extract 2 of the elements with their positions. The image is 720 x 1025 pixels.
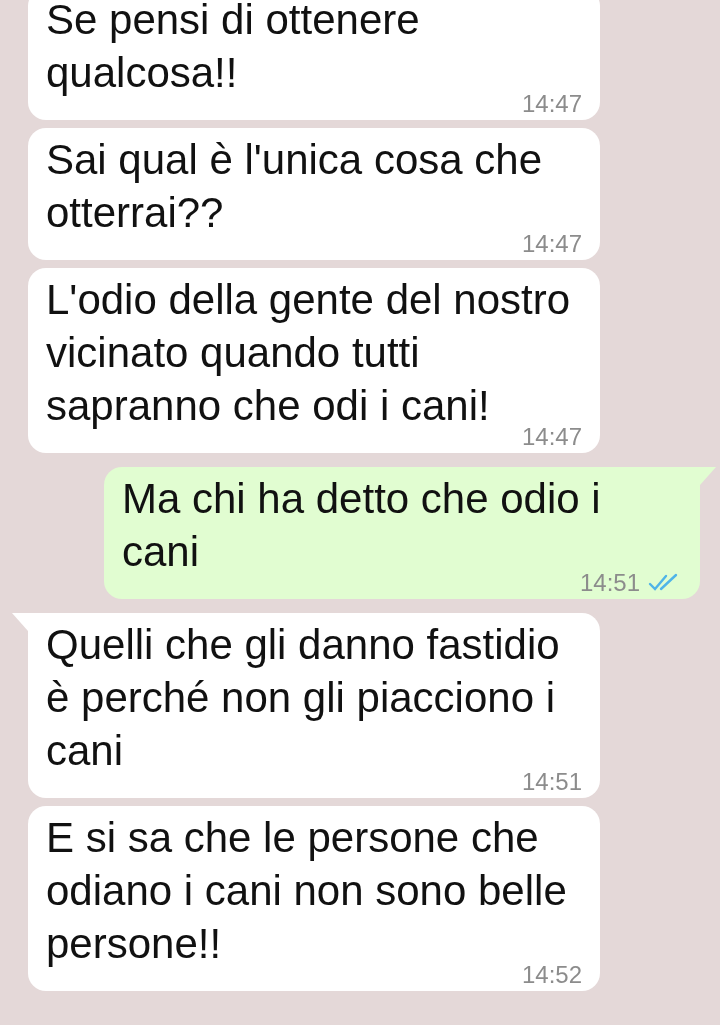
message-time: 14:47 [521,91,582,117]
message-text: Se pensi di ottenere qualcosa!! [46,0,421,98]
